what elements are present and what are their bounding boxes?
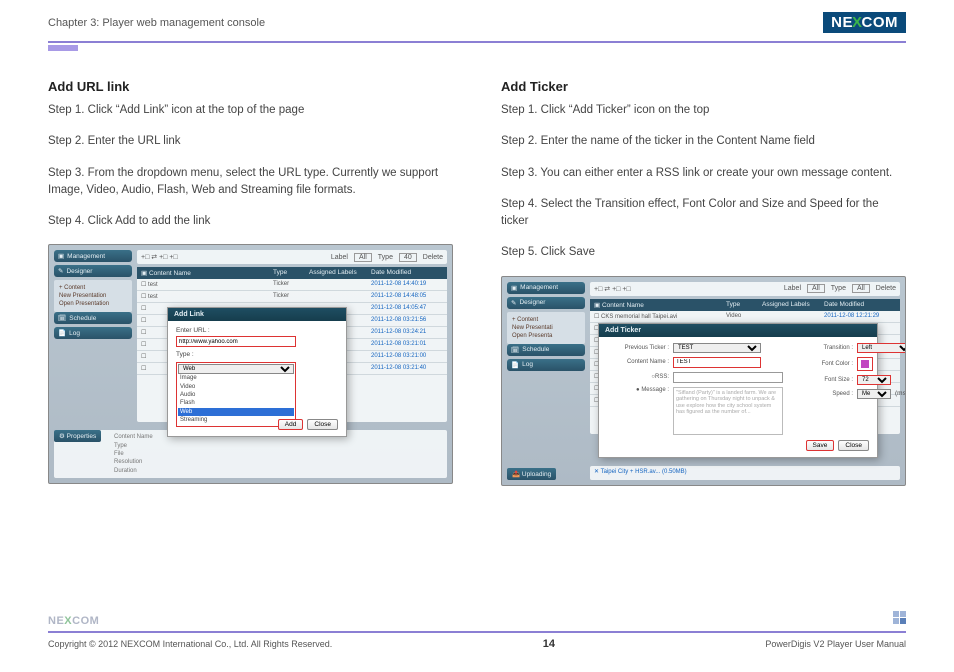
nav-designer[interactable]: ✎ Designer	[507, 297, 585, 309]
upload-status: ✕ Taipei City + HSR.av... (0.50MB)	[590, 466, 900, 480]
left-step: Step 4. Click Add to add the link	[48, 213, 453, 230]
type-select[interactable]: Web	[178, 364, 294, 374]
dialog-title: Add Ticker	[599, 324, 877, 337]
close-button[interactable]: Close	[838, 440, 869, 451]
nav-schedule[interactable]: 🗓 Schedule	[54, 312, 132, 324]
nav-log[interactable]: 📄 Log	[507, 359, 585, 371]
nav-open-presentation[interactable]: Open Presenta	[512, 333, 580, 339]
type-filter[interactable]: All	[852, 284, 870, 293]
page-number: 14	[543, 638, 555, 650]
right-step: Step 2. Enter the name of the ticker in …	[501, 133, 906, 150]
nav-open-presentation[interactable]: Open Presentation	[59, 301, 127, 307]
properties-tab[interactable]: ⚙ Properties	[54, 430, 101, 442]
speed-select[interactable]: Me	[857, 389, 891, 399]
uploading-tab[interactable]: 📤 Uploading	[507, 468, 556, 480]
right-step: Step 3. You can either enter a RSS link …	[501, 165, 906, 182]
transition-select[interactable]: Left	[857, 343, 906, 353]
close-button[interactable]: Close	[307, 419, 338, 430]
nav-content[interactable]: + Content	[59, 285, 127, 291]
add-button[interactable]: Add	[278, 419, 304, 430]
left-step: Step 3. From the dropdown menu, select t…	[48, 165, 453, 200]
screenshot-add-ticker: ▣ Management ✎ Designer + Content New Pr…	[501, 276, 906, 486]
add-link-dialog: Add Link Enter URL : Type : Web Image Vi…	[167, 307, 347, 437]
chapter-title: Chapter 3: Player web management console	[48, 17, 265, 29]
nav-content[interactable]: + Content	[512, 317, 580, 323]
screenshot-add-link: ▣ Management ✎ Designer + Content New Pr…	[48, 244, 453, 484]
nav-management[interactable]: ▣ Management	[507, 282, 585, 294]
url-input[interactable]	[176, 336, 296, 347]
left-step: Step 2. Enter the URL link	[48, 133, 453, 150]
footer-rule	[48, 631, 906, 633]
left-heading: Add URL link	[48, 79, 453, 94]
footer-logo: NEXCOM	[48, 615, 906, 627]
manual-title: PowerDigis V2 Player User Manual	[765, 639, 906, 649]
delete-button[interactable]: Delete	[876, 285, 896, 292]
label-filter[interactable]: All	[354, 253, 372, 262]
content-name-input[interactable]	[673, 357, 761, 368]
right-step: Step 4. Select the Transition effect, Fo…	[501, 196, 906, 231]
message-textarea[interactable]: "Sifland (Party)" is a landed farm. We a…	[673, 387, 783, 435]
nav-management[interactable]: ▣ Management	[54, 250, 132, 262]
type-dropdown[interactable]: Web Image Video Audio Flash Web Streamin…	[176, 362, 296, 426]
rss-input[interactable]	[673, 372, 783, 383]
label-filter[interactable]: All	[807, 284, 825, 293]
toolbar: +□ ⇄ +□ +□ Label All Type 40 Delete	[137, 250, 447, 264]
nav-new-presentation[interactable]: New Presentati	[512, 325, 580, 331]
copyright: Copyright © 2012 NEXCOM International Co…	[48, 639, 332, 649]
toolbar: +□ ⇄ +□ +□ Label All Type All Delete	[590, 282, 900, 296]
nav-log[interactable]: 📄 Log	[54, 327, 132, 339]
type-filter[interactable]: 40	[399, 253, 417, 262]
dialog-title: Add Link	[168, 308, 346, 321]
toolbar-icons[interactable]: +□ ⇄ +□ +□	[594, 285, 631, 293]
right-step: Step 5. Click Save	[501, 244, 906, 261]
save-button[interactable]: Save	[806, 440, 835, 451]
right-heading: Add Ticker	[501, 79, 906, 94]
nav-designer[interactable]: ✎ Designer	[54, 265, 132, 277]
add-ticker-dialog: Add Ticker Previous Ticker :TEST Content…	[598, 323, 878, 458]
previous-ticker-select[interactable]: TEST	[673, 343, 761, 353]
toolbar-icons[interactable]: +□ ⇄ +□ +□	[141, 253, 178, 261]
nav-schedule[interactable]: 🗓 Schedule	[507, 344, 585, 356]
delete-button[interactable]: Delete	[423, 254, 443, 261]
left-step: Step 1. Click “Add Link” icon at the top…	[48, 102, 453, 119]
header-rule	[48, 41, 906, 43]
font-size-select[interactable]: 72	[857, 375, 891, 385]
font-color-picker[interactable]	[857, 357, 873, 371]
nav-new-presentation[interactable]: New Presentation	[59, 293, 127, 299]
brand-logo: NEXCOM	[823, 12, 906, 33]
right-step: Step 1. Click “Add Ticker” icon on the t…	[501, 102, 906, 119]
